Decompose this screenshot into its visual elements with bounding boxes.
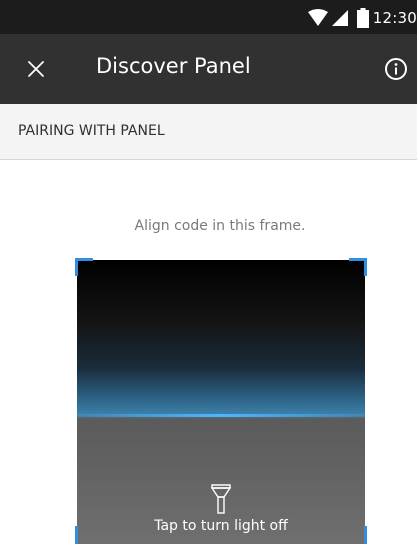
frame-corner-top-right xyxy=(349,258,367,276)
wifi-icon xyxy=(307,9,328,26)
info-button[interactable] xyxy=(383,56,409,82)
flashlight-icon xyxy=(210,484,232,514)
battery-icon xyxy=(356,8,369,28)
flashlight-toggle-button[interactable]: Tap to turn light off xyxy=(77,478,365,544)
status-icons: 12:30 xyxy=(307,8,417,28)
scan-instruction: Align code in this frame. xyxy=(134,218,306,234)
flashlight-label: Tap to turn light off xyxy=(154,518,288,534)
status-time: 12:30 xyxy=(372,9,417,27)
status-bar: 12:30 xyxy=(0,0,417,34)
scan-line xyxy=(77,414,365,417)
page-title: Discover Panel xyxy=(96,54,251,78)
close-button[interactable] xyxy=(24,57,48,81)
app-bar: Discover Panel xyxy=(0,34,417,104)
cellular-signal-icon xyxy=(331,10,348,26)
section-header-label: PAIRING WITH PANEL xyxy=(18,123,165,139)
close-icon xyxy=(28,61,44,77)
info-icon xyxy=(385,58,407,80)
frame-corner-top-left xyxy=(75,258,93,276)
section-header: PAIRING WITH PANEL xyxy=(0,104,417,160)
